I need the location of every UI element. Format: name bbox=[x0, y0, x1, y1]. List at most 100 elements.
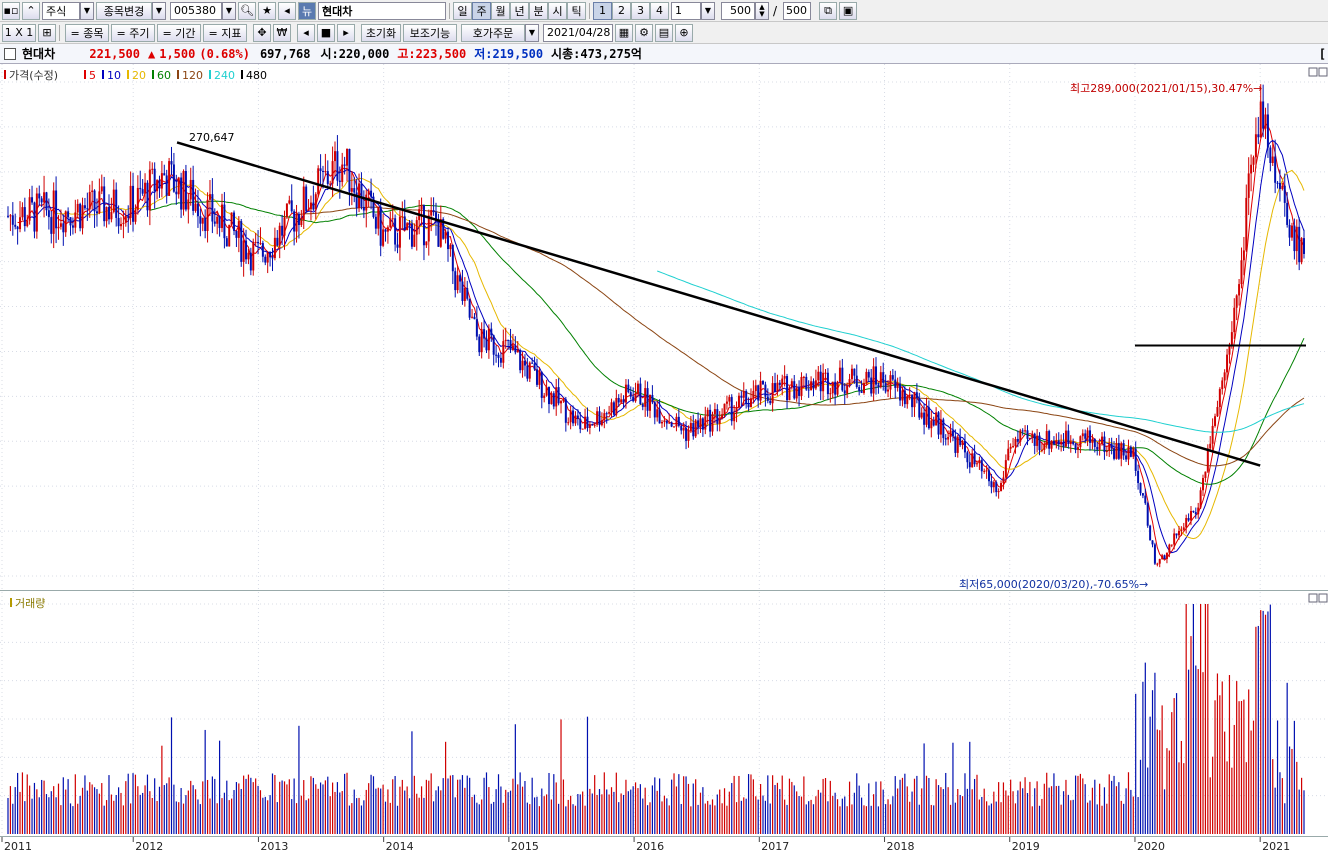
price-volume-chart[interactable]: 270,647 최고289,000(2021/01/15),30.47%→ 최저… bbox=[0, 64, 1328, 854]
volume-bar bbox=[1248, 689, 1250, 834]
volume-bar bbox=[863, 805, 865, 834]
candle-body bbox=[1125, 455, 1128, 460]
panel-minimize-icon[interactable] bbox=[1308, 593, 1318, 603]
volume-bar bbox=[719, 789, 721, 834]
volume-bar bbox=[255, 778, 257, 834]
candle-body bbox=[1274, 156, 1277, 183]
order-dropdown-icon[interactable]: ▼ bbox=[525, 23, 539, 42]
volume-bar bbox=[317, 788, 319, 834]
stop-icon[interactable]: ■ bbox=[317, 23, 335, 42]
calendar-icon[interactable]: ▦ bbox=[615, 23, 633, 42]
volume-bar bbox=[733, 775, 735, 834]
code-dropdown-icon[interactable]: ▼ bbox=[222, 1, 236, 20]
count-input[interactable]: 500 bbox=[721, 1, 755, 20]
candle-body bbox=[1264, 114, 1267, 129]
volume-bar bbox=[1163, 789, 1166, 834]
count-spinner[interactable]: ▲ ▼ bbox=[755, 1, 769, 20]
candle-body bbox=[100, 186, 103, 192]
add-window-icon[interactable]: ⧉ bbox=[819, 1, 838, 20]
news-icon[interactable]: 뉴 bbox=[298, 1, 316, 20]
collapse-up-button[interactable]: ⌃ bbox=[22, 1, 40, 20]
candle-body bbox=[235, 230, 238, 238]
change-symbol-button[interactable]: 종목변경 bbox=[96, 1, 152, 20]
interval-input[interactable]: 1 bbox=[671, 1, 701, 20]
change-symbol-dropdown-icon[interactable]: ▼ bbox=[152, 1, 166, 20]
period-tick[interactable]: 틱 bbox=[567, 1, 586, 20]
interval-1[interactable]: 1 bbox=[593, 1, 612, 20]
candle-body bbox=[264, 256, 267, 263]
candle-body bbox=[1158, 559, 1161, 564]
search-icon[interactable]: 🔍︎ bbox=[238, 1, 256, 20]
weight-icon[interactable]: ₩ bbox=[273, 23, 291, 42]
move-icon[interactable]: ✥ bbox=[253, 23, 271, 42]
candle-body bbox=[1028, 437, 1031, 439]
date-input[interactable]: 2021/04/28 bbox=[543, 23, 613, 42]
candle-body bbox=[1281, 185, 1284, 189]
period-year[interactable]: 년 bbox=[510, 1, 529, 20]
volume-bar bbox=[9, 786, 12, 834]
volume-bar bbox=[1139, 759, 1142, 834]
star-icon[interactable]: ★ bbox=[258, 1, 276, 20]
select-checkbox[interactable] bbox=[4, 47, 16, 60]
order-button[interactable]: 호가주문 bbox=[461, 23, 525, 42]
panel-maximize-icon[interactable] bbox=[1318, 67, 1328, 77]
period-minute[interactable]: 분 bbox=[529, 1, 548, 20]
volume-bar bbox=[731, 783, 733, 834]
candle-body bbox=[675, 416, 678, 427]
candle-body bbox=[334, 151, 337, 162]
candle-body bbox=[591, 424, 594, 426]
candle-body bbox=[160, 173, 163, 189]
candle-body bbox=[1300, 238, 1303, 263]
symbol-sync-button[interactable]: = 종목 bbox=[65, 23, 109, 42]
period-hour[interactable]: 시 bbox=[548, 1, 567, 20]
reset-button[interactable]: 초기화 bbox=[361, 23, 401, 42]
volume-bar bbox=[377, 787, 379, 834]
volume-bar bbox=[961, 796, 964, 834]
candle-body bbox=[21, 207, 24, 218]
export-icon[interactable]: ▤ bbox=[655, 23, 673, 42]
interval-dropdown-icon[interactable]: ▼ bbox=[701, 1, 715, 20]
period-day[interactable]: 일 bbox=[453, 1, 472, 20]
volume-bar bbox=[324, 780, 326, 834]
panel-minimize-icon[interactable] bbox=[1308, 67, 1318, 77]
interval-4[interactable]: 4 bbox=[650, 1, 669, 20]
save-icon[interactable]: ▣ bbox=[839, 1, 858, 20]
candle-body bbox=[28, 197, 31, 221]
play-icon[interactable]: ▸ bbox=[337, 23, 355, 42]
volume-bar bbox=[1005, 790, 1007, 834]
stock-code-input[interactable]: 005380 bbox=[170, 1, 222, 20]
volume-bar bbox=[1048, 787, 1050, 834]
volume-bar bbox=[1264, 614, 1267, 834]
range-sync-button[interactable]: = 기간 bbox=[157, 23, 201, 42]
candle-body bbox=[40, 198, 43, 203]
volume-bar bbox=[490, 803, 492, 834]
prev-arrow-icon[interactable]: ◂ bbox=[278, 1, 296, 20]
aux-function-button[interactable]: 보조기능 bbox=[403, 23, 457, 42]
panel-toggle-button[interactable]: ▪▫ bbox=[2, 1, 20, 20]
candle-body bbox=[507, 339, 510, 341]
layout-button[interactable]: 1 X 1 bbox=[2, 23, 36, 42]
period-week[interactable]: 주 bbox=[472, 1, 491, 20]
gear-icon[interactable]: ⚙ bbox=[635, 23, 653, 42]
candle-body bbox=[1206, 448, 1209, 472]
market-select[interactable]: 주식 bbox=[42, 1, 80, 20]
volume-bar bbox=[759, 784, 762, 834]
volume-bar bbox=[1173, 698, 1175, 834]
zoom-icon[interactable]: ⊕ bbox=[675, 23, 693, 42]
candle-body bbox=[290, 200, 293, 212]
layout-grid-icon[interactable]: ⊞ bbox=[38, 23, 56, 42]
panel-maximize-icon[interactable] bbox=[1318, 593, 1328, 603]
indicator-sync-button[interactable]: = 지표 bbox=[203, 23, 247, 42]
period-month[interactable]: 월 bbox=[491, 1, 510, 20]
chart-area[interactable]: 270,647 최고289,000(2021/01/15),30.47%→ 최저… bbox=[0, 64, 1328, 854]
candle-body bbox=[485, 338, 488, 351]
interval-3[interactable]: 3 bbox=[631, 1, 650, 20]
period-sync-button[interactable]: = 주기 bbox=[111, 23, 155, 42]
candle-body bbox=[971, 453, 974, 468]
volume-bar bbox=[17, 772, 19, 834]
market-dropdown-icon[interactable]: ▼ bbox=[80, 1, 94, 20]
rewind-icon[interactable]: ◂ bbox=[297, 23, 315, 42]
candle-body bbox=[990, 481, 993, 488]
interval-2[interactable]: 2 bbox=[612, 1, 631, 20]
volume-bar bbox=[430, 773, 432, 834]
